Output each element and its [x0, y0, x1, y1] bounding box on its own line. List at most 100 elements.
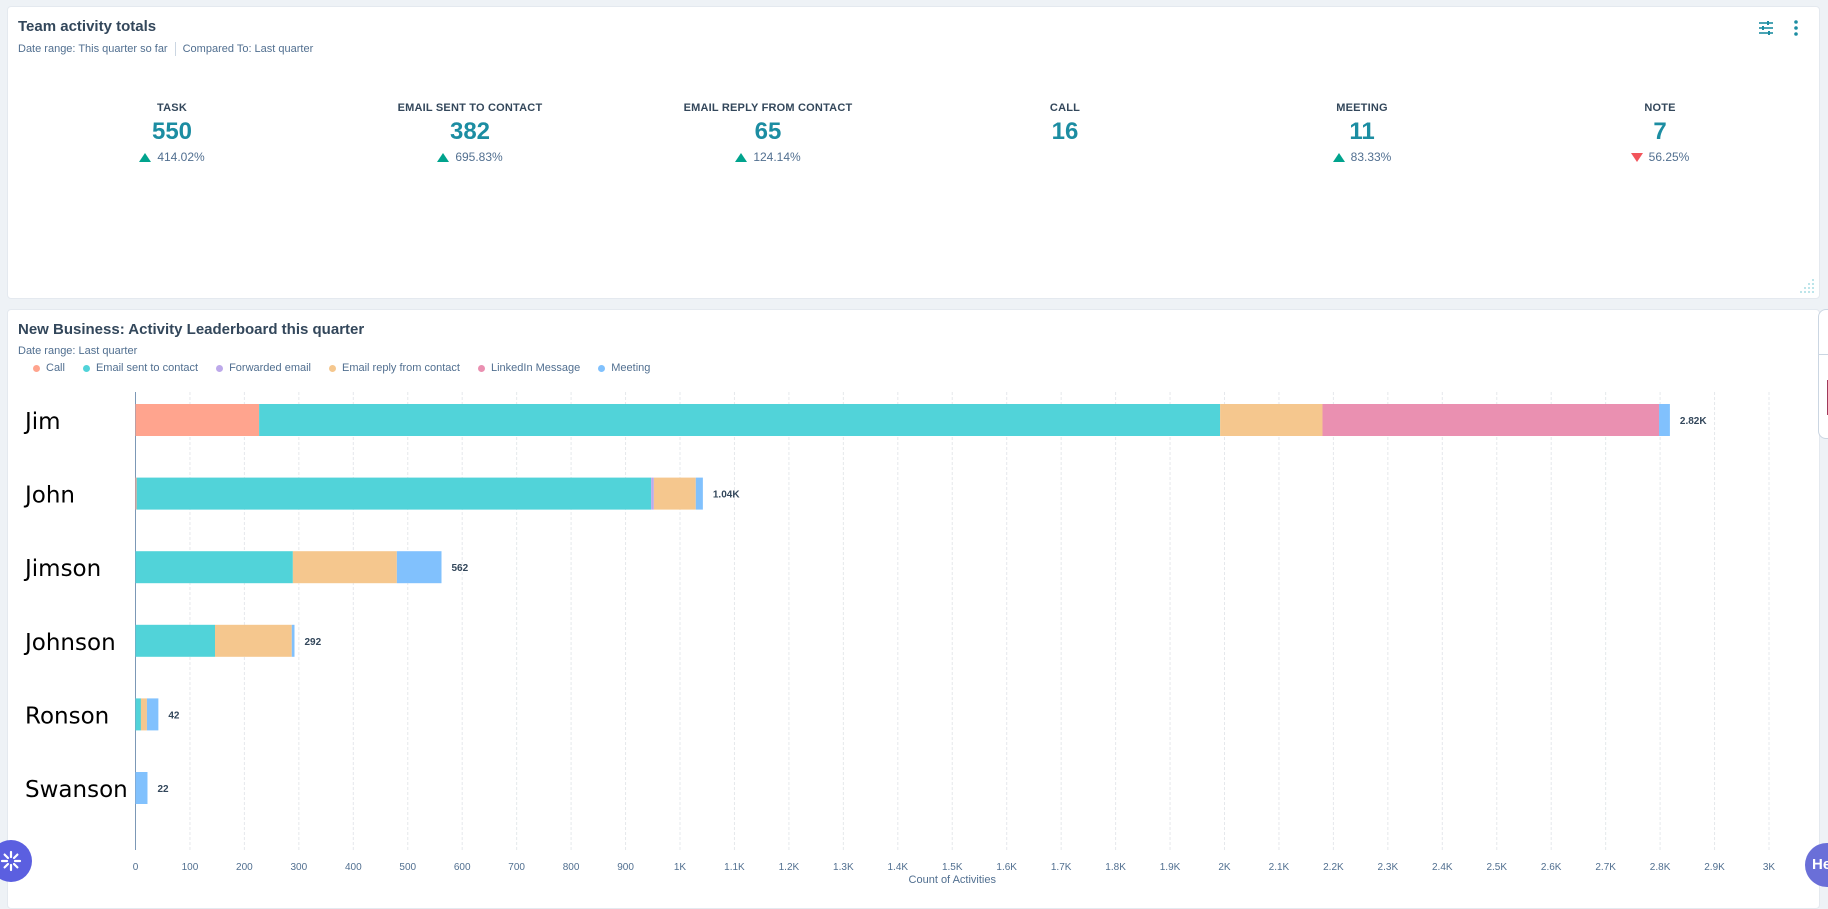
arrow-up-icon — [139, 152, 152, 162]
row-label: Ronson — [25, 703, 109, 729]
kpi-value: 65 — [754, 118, 782, 145]
bar-total-label: 2.82K — [1680, 416, 1707, 427]
bar-total-label: 562 — [452, 563, 469, 574]
kpi-task: TASK 550 414.02% — [47, 102, 297, 164]
kpi-value: 550 — [151, 118, 193, 145]
bar-segment — [396, 551, 442, 584]
kpi-change-value: 56.25% — [1648, 150, 1690, 164]
bar-segment — [1659, 404, 1670, 436]
kpi-value: 382 — [449, 118, 491, 145]
x-tick-label: 1.9K — [1160, 862, 1181, 873]
side-panel-tab[interactable] — [1818, 309, 1828, 439]
bar-segment — [651, 477, 654, 510]
x-tick-label: 2.1K — [1269, 862, 1290, 873]
bar-total-label: 22 — [157, 784, 169, 795]
x-tick-label: 2.3K — [1378, 862, 1399, 873]
x-tick-label: 1K — [674, 862, 687, 873]
x-tick-label: 2K — [1218, 862, 1231, 873]
row-label: John — [23, 483, 75, 509]
bar-segment — [135, 477, 137, 510]
activity-leaderboard-card: New Business: Activity Leaderboard this … — [7, 309, 1820, 909]
x-tick-label: 1.7K — [1051, 862, 1072, 873]
kpi-change-value: 124.14% — [753, 150, 801, 164]
arrow-down-icon — [1630, 152, 1643, 162]
x-tick-label: 300 — [291, 862, 308, 873]
kpi-change-value: 83.33% — [1350, 150, 1392, 164]
x-tick-label: 0 — [133, 862, 139, 873]
kpi-change-value: 414.02% — [157, 150, 205, 164]
sliders-icon — [1759, 21, 1773, 35]
date-range: Date range: This quarter so far — [18, 42, 168, 55]
sparkle-icon — [0, 850, 22, 872]
x-tick-label: 1.5K — [942, 862, 963, 873]
bar-total-label: 42 — [168, 710, 180, 721]
x-tick-label: 2.5K — [1486, 862, 1507, 873]
bar-segment — [135, 551, 293, 584]
bar-total-label: 1.04K — [713, 490, 740, 501]
kpi-meeting: MEETING 11 83.33% — [1237, 102, 1487, 164]
kpi-label: MEETING — [1336, 102, 1388, 114]
bar-segment — [135, 404, 260, 436]
bar-segment — [214, 624, 292, 657]
x-tick-label: 400 — [345, 862, 362, 873]
x-tick-label: 2.7K — [1595, 862, 1616, 873]
bar-segment — [135, 772, 148, 804]
kpi-value: 11 — [1349, 118, 1375, 145]
resize-handle-icon[interactable] — [1797, 276, 1815, 294]
row-label: Johnson — [23, 630, 116, 656]
bar-segment — [146, 698, 159, 731]
kpi-row: TASK 550 414.02% EMAIL SENT TO CONTACT 3… — [8, 102, 1819, 182]
bar-segment — [1220, 404, 1323, 436]
bar-segment — [135, 698, 141, 731]
x-tick-label: 700 — [508, 862, 525, 873]
kpi-label: NOTE — [1644, 102, 1676, 114]
x-tick-label: 500 — [399, 862, 416, 873]
stacked-bar-chart: 0 100 200 300 400 500 600 700 800 900 1K 1.1K 1.2K 1.… — [23, 392, 1776, 886]
divider — [174, 42, 176, 56]
x-tick-label: 800 — [563, 862, 580, 873]
divider — [1819, 354, 1828, 355]
x-tick-label: 3K — [1763, 862, 1776, 873]
card-subtitle: Date range: This quarter so far Compared … — [18, 42, 313, 56]
x-tick-label: 2.2K — [1323, 862, 1344, 873]
kpi-label: EMAIL SENT TO CONTACT — [397, 102, 543, 114]
x-axis-title: Count of Activities — [909, 874, 997, 886]
x-tick-label: 200 — [236, 862, 253, 873]
bar-segment — [695, 477, 703, 510]
bar-segment — [291, 624, 295, 657]
bar-segment — [259, 404, 1221, 436]
row-label: Jimson — [23, 556, 101, 582]
card-title: Team activity totals — [18, 18, 157, 35]
bar-segment — [140, 698, 147, 731]
kpi-change: 124.14% — [643, 150, 893, 164]
x-tick-label: 1.1K — [724, 862, 745, 873]
x-tick-label: 2.6K — [1541, 862, 1562, 873]
kpi-value: 7 — [1653, 118, 1667, 145]
compared-to: Compared To: Last quarter — [182, 42, 314, 55]
kpi-email-reply: EMAIL REPLY FROM CONTACT 65 124.14% — [643, 102, 893, 164]
arrow-up-icon — [1332, 152, 1345, 162]
bar-segment — [135, 624, 215, 657]
x-tick-label: 2.9K — [1704, 862, 1725, 873]
filter-sliders-button[interactable] — [1757, 19, 1775, 37]
x-tick-label: 1.8K — [1105, 862, 1126, 873]
x-tick-label: 2.4K — [1432, 862, 1453, 873]
more-options-button[interactable] — [1787, 19, 1805, 37]
kpi-change-value: 695.83% — [455, 150, 503, 164]
kpi-change: 56.25% — [1535, 150, 1785, 164]
kpi-change: 695.83% — [345, 150, 595, 164]
kpi-call: CALL 16 — [940, 102, 1190, 146]
x-tick-label: 100 — [182, 862, 199, 873]
kpi-label: CALL — [1049, 102, 1081, 114]
x-tick-label: 1.6K — [996, 862, 1017, 873]
team-activity-totals-card: Team activity totals Date range: This qu… — [7, 6, 1820, 299]
bar-segment — [136, 477, 652, 510]
x-tick-label: 600 — [454, 862, 471, 873]
bar-segment — [653, 477, 696, 510]
arrow-up-icon — [437, 152, 450, 162]
bar-total-label: 292 — [304, 637, 321, 648]
kpi-value: 16 — [1051, 118, 1079, 145]
kpi-change: 414.02% — [47, 150, 297, 164]
row-label: Swanson — [25, 777, 128, 803]
row-label: Jim — [23, 409, 61, 435]
